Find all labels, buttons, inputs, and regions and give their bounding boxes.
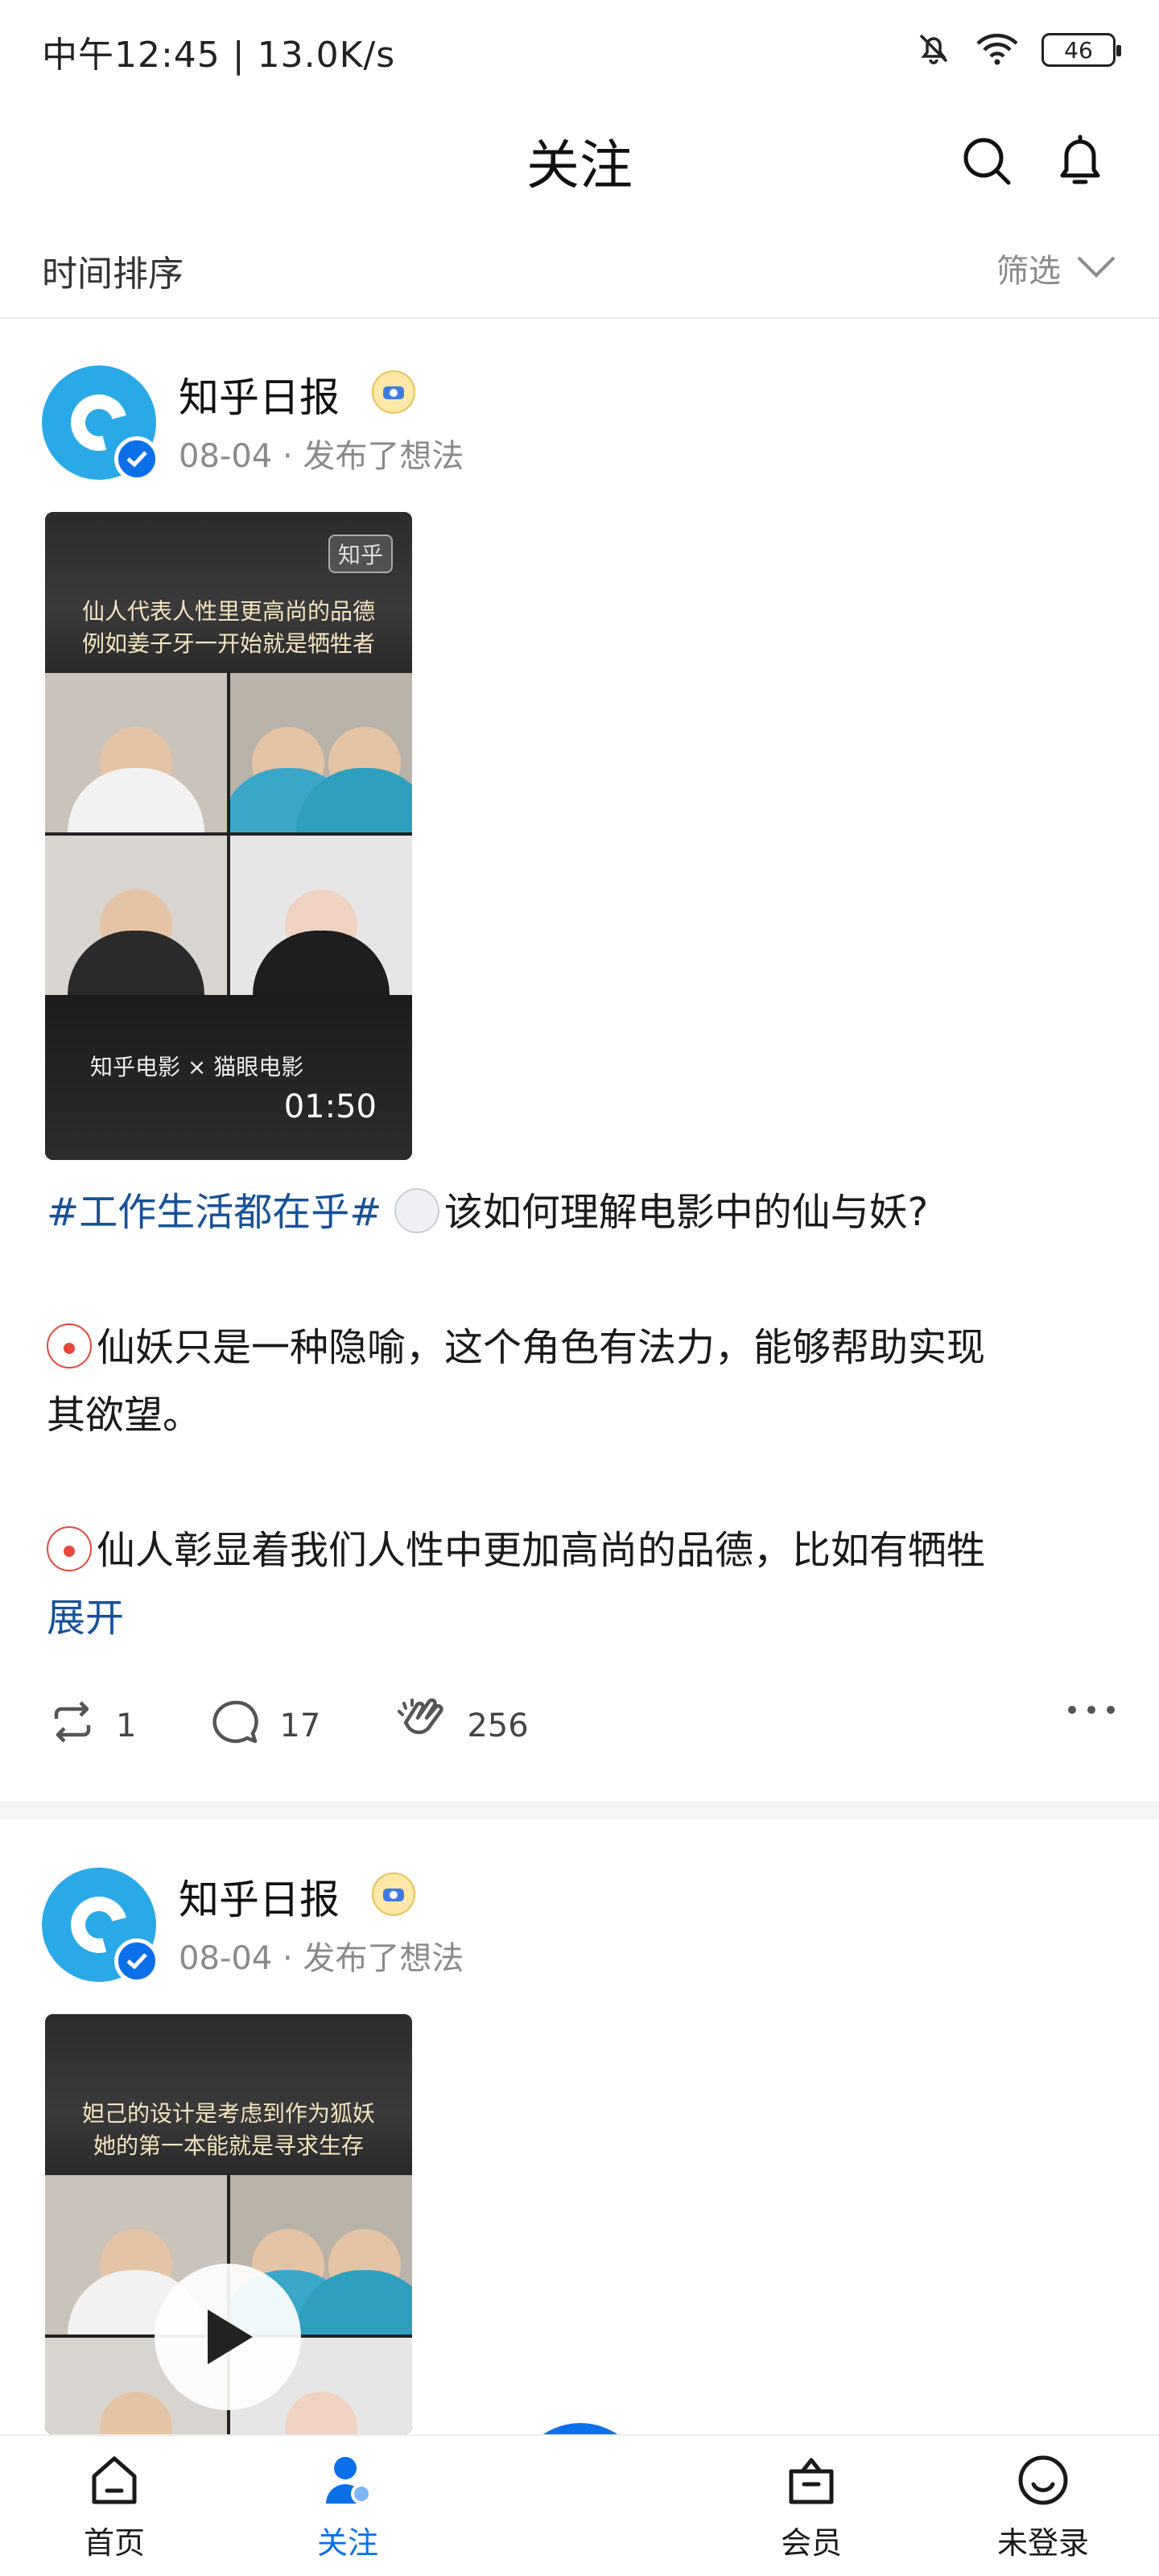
video-caption: 妲己的设计是考虑到作为狐妖 她的第一本能就是寻求生存 bbox=[45, 2098, 412, 2162]
post-actions: 1 17 256 bbox=[47, 1694, 1117, 1758]
video-participant-grid bbox=[45, 673, 412, 995]
post-line-text: 该如何理解电影中的仙与妖? bbox=[443, 1190, 929, 1235]
comment-count: 17 bbox=[279, 1707, 321, 1744]
status-icons: 46 bbox=[914, 27, 1121, 72]
battery-level: 46 bbox=[1064, 36, 1093, 64]
post-date: 08-04 bbox=[179, 438, 273, 475]
participant-tile bbox=[45, 836, 227, 995]
participant-tile bbox=[230, 673, 412, 832]
post-line: 仙妖只是一种隐喻，这个角色有法力，能够帮助实现 bbox=[47, 1314, 1117, 1381]
comment-button[interactable]: 17 bbox=[210, 1698, 320, 1754]
post-body[interactable]: #工作生活都在乎# 该如何理解电影中的仙与妖? 仙妖只是一种隐喻，这个角色有法力… bbox=[47, 1179, 1117, 1652]
video-caption-line: 仙人代表人性里更高尚的品德 bbox=[81, 598, 375, 625]
wifi-icon bbox=[974, 29, 1021, 71]
chevron-down-icon bbox=[1075, 250, 1117, 287]
medal-icon bbox=[372, 1872, 415, 1916]
video-caption-line: 妲己的设计是考虑到作为狐妖 bbox=[81, 2100, 375, 2127]
repost-button[interactable]: 1 bbox=[47, 1699, 136, 1752]
repost-icon bbox=[47, 1699, 98, 1752]
verified-badge-icon bbox=[114, 436, 159, 481]
nav-membership[interactable]: 会员 bbox=[731, 2452, 892, 2562]
card-divider bbox=[0, 1802, 1159, 1819]
video-brands: 知乎电影 × 猫眼电影 bbox=[90, 1054, 304, 1080]
bottom-nav: 首页 关注 会员 未登录 bbox=[0, 2434, 1159, 2576]
filter-label: 筛选 bbox=[996, 253, 1061, 290]
mute-bell-icon bbox=[914, 29, 953, 71]
nav-home[interactable]: 首页 bbox=[34, 2452, 195, 2562]
top-header: 关注 bbox=[0, 100, 1159, 221]
post-line-text: 仙人彰显着我们人性中更加高尚的品德，比如有牺牲 bbox=[97, 1528, 986, 1573]
search-icon[interactable] bbox=[955, 129, 1019, 193]
nav-profile[interactable]: 未登录 bbox=[963, 2452, 1124, 2562]
home-icon bbox=[92, 2456, 137, 2504]
video-duration: 01:50 bbox=[283, 1088, 377, 1125]
more-options-icon[interactable] bbox=[1066, 1702, 1117, 1721]
participant-tile bbox=[230, 836, 412, 995]
play-button[interactable] bbox=[155, 2264, 301, 2410]
video-banner: 知乎 仙人代表人性里更高尚的品德 例如姜子牙一开始就是牺牲者 bbox=[45, 512, 412, 673]
post-line-text: 仙妖只是一种隐喻，这个角色有法力，能够帮助实现 bbox=[97, 1325, 986, 1370]
feed-card: 知乎日报 08-04 · 发布了想法 知乎 仙人代表人性里更高尚的品德 例如姜子… bbox=[0, 320, 1159, 1802]
notification-bell-icon[interactable] bbox=[1048, 129, 1112, 193]
avatar[interactable] bbox=[42, 1868, 159, 1984]
clown-emoji-icon bbox=[47, 1323, 92, 1368]
following-person-icon bbox=[326, 2457, 372, 2504]
nav-label: 关注 bbox=[316, 2525, 378, 2561]
video-banner: 妲己的设计是考虑到作为狐妖 她的第一本能就是寻求生存 bbox=[45, 2014, 412, 2175]
participant-body bbox=[68, 768, 204, 832]
filter-button[interactable]: 筛选 bbox=[996, 245, 1117, 291]
author-name[interactable]: 知乎日报 bbox=[179, 365, 340, 423]
clap-button[interactable]: 256 bbox=[394, 1695, 529, 1757]
sort-order-button[interactable]: 时间排序 bbox=[42, 245, 184, 296]
shopping-bag-icon bbox=[789, 2458, 834, 2504]
feed-card: 知乎日报 08-04 · 发布了想法 妲己的设计是考虑到作为狐妖 她的第一本能就… bbox=[0, 1826, 1159, 2434]
clown-emoji-icon bbox=[47, 1526, 92, 1571]
participant-body bbox=[253, 931, 390, 995]
post-line: 仙人彰显着我们人性中更加高尚的品德，比如有牺牲 bbox=[47, 1517, 1117, 1584]
post-action: 发布了想法 bbox=[303, 438, 464, 475]
nav-following[interactable]: 关注 bbox=[267, 2452, 428, 2562]
clap-icon bbox=[394, 1695, 449, 1757]
avatar[interactable] bbox=[42, 365, 159, 481]
post-action: 发布了想法 bbox=[303, 1940, 464, 1977]
video-caption-line: 例如姜子牙一开始就是牺牲者 bbox=[81, 630, 375, 657]
post-meta: 08-04 · 发布了想法 bbox=[179, 430, 464, 477]
post-line: #工作生活都在乎# 该如何理解电影中的仙与妖? bbox=[47, 1179, 1117, 1246]
sort-bar: 时间排序 筛选 bbox=[0, 221, 1159, 319]
nav-label: 未登录 bbox=[996, 2525, 1089, 2561]
meta-separator: · bbox=[282, 438, 303, 475]
battery-icon: 46 bbox=[1041, 33, 1121, 67]
video-thumbnail[interactable]: 妲己的设计是考虑到作为狐妖 她的第一本能就是寻求生存 bbox=[45, 2014, 412, 2434]
video-caption-line: 她的第一本能就是寻求生存 bbox=[93, 2132, 364, 2159]
author-name[interactable]: 知乎日报 bbox=[179, 1868, 340, 1926]
video-footer: 知乎电影 × 猫眼电影 01:50 bbox=[45, 995, 412, 1160]
repost-count: 1 bbox=[116, 1707, 137, 1744]
video-thumbnail[interactable]: 知乎 仙人代表人性里更高尚的品德 例如姜子牙一开始就是牺牲者 知乎电影 × 猫眼… bbox=[45, 512, 412, 1160]
post-meta: 08-04 · 发布了想法 bbox=[179, 1932, 464, 1979]
post-line: 其欲望。 bbox=[47, 1393, 202, 1438]
participant-tile bbox=[45, 673, 227, 832]
ghost-emoji-icon bbox=[394, 1188, 439, 1233]
participant-face bbox=[100, 2392, 172, 2434]
smiley-profile-icon bbox=[1018, 2455, 1068, 2505]
comment-icon bbox=[210, 1698, 262, 1754]
verified-badge-icon bbox=[114, 1938, 159, 1984]
nav-label: 首页 bbox=[83, 2525, 145, 2561]
status-bar: 中午12:45 | 13.0K/s 46 bbox=[0, 0, 1159, 100]
participant-body bbox=[68, 931, 204, 995]
meta-separator: · bbox=[282, 1940, 303, 1977]
topic-link[interactable]: #工作生活都在乎# bbox=[47, 1190, 382, 1235]
expand-link[interactable]: 展开 bbox=[47, 1584, 1117, 1652]
nav-label: 会员 bbox=[780, 2525, 842, 2561]
medal-icon bbox=[372, 370, 415, 414]
participant-face bbox=[285, 2392, 357, 2434]
post-date: 08-04 bbox=[179, 1940, 273, 1977]
video-watermark-logo: 知乎 bbox=[328, 535, 393, 573]
video-caption: 仙人代表人性里更高尚的品德 例如姜子牙一开始就是牺牲者 bbox=[45, 596, 412, 660]
clap-count: 256 bbox=[467, 1707, 529, 1744]
status-time-speed: 中午12:45 | 13.0K/s bbox=[42, 35, 396, 76]
